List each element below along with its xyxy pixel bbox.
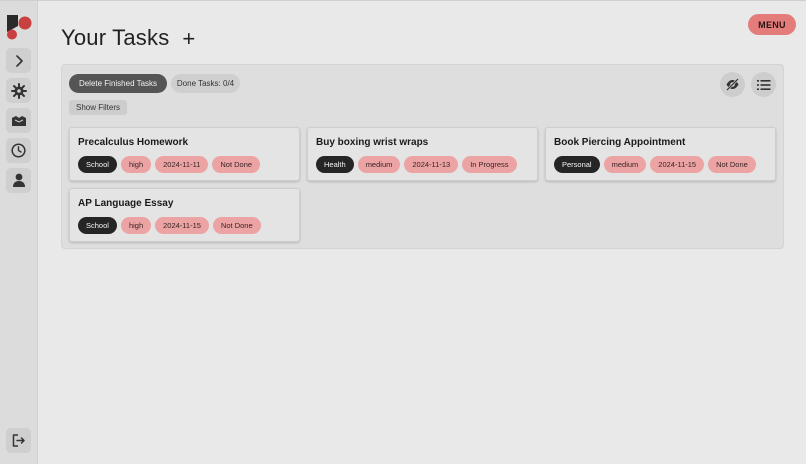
done-tasks-badge: Done Tasks: 0/4 (171, 74, 240, 93)
due-date-tag: 2024-11-15 (650, 156, 705, 173)
toggle-visibility-button[interactable] (720, 72, 745, 97)
delete-finished-button[interactable]: Delete Finished Tasks (69, 74, 167, 93)
clock-icon (11, 143, 26, 158)
eye-off-icon (726, 78, 739, 91)
logo (7, 15, 32, 40)
show-filters-button[interactable]: Show Filters (69, 100, 127, 115)
priority-tag: high (120, 156, 152, 173)
task-title: Precalculus Homework (78, 137, 189, 148)
task-tags: School high 2024-11-15 Not Done (78, 217, 265, 234)
inbox-button[interactable] (6, 108, 31, 133)
task-title: Buy boxing wrist wraps (316, 137, 429, 148)
priority-tag: medium (603, 156, 647, 173)
history-button[interactable] (6, 138, 31, 163)
task-tags: School high 2024-11-11 Not Done (78, 156, 264, 173)
logout-button[interactable] (6, 428, 31, 453)
task-tags: Health medium 2024-11-13 In Progress (316, 156, 521, 173)
task-title: AP Language Essay (78, 198, 174, 209)
category-tag: Personal (554, 156, 600, 173)
task-tags: Personal medium 2024-11-15 Not Done (554, 156, 760, 173)
status-tag: Not Done (212, 156, 261, 173)
status-tag: Not Done (708, 156, 756, 173)
list-icon (756, 79, 770, 90)
category-tag: Health (316, 156, 354, 173)
task-card[interactable]: Precalculus Homework School high 2024-11… (69, 127, 300, 181)
list-view-button[interactable] (751, 72, 776, 97)
sidebar (0, 1, 38, 464)
due-date-tag: 2024-11-13 (404, 156, 459, 173)
task-title: Book Piercing Appointment (554, 137, 686, 148)
settings-button[interactable] (6, 78, 31, 103)
category-tag: School (78, 217, 117, 234)
page-title: Your Tasks (61, 25, 170, 50)
category-tag: School (78, 156, 117, 173)
status-tag: Not Done (212, 217, 261, 234)
task-card[interactable]: Buy boxing wrist wraps Health medium 202… (307, 127, 538, 181)
user-icon (12, 173, 25, 187)
gear-icon (10, 82, 27, 99)
add-task-button[interactable]: + (182, 27, 195, 50)
due-date-tag: 2024-11-11 (155, 156, 209, 173)
expand-sidebar-button[interactable] (6, 48, 31, 73)
page-header: Your Tasks + (61, 25, 195, 51)
inbox-icon (11, 115, 26, 126)
menu-button[interactable]: MENU (748, 14, 796, 35)
logout-icon (12, 434, 25, 447)
status-tag: In Progress (462, 156, 517, 173)
priority-tag: medium (357, 156, 401, 173)
task-card[interactable]: AP Language Essay School high 2024-11-15… (69, 188, 300, 242)
profile-button[interactable] (6, 168, 31, 193)
task-card[interactable]: Book Piercing Appointment Personal mediu… (545, 127, 776, 181)
due-date-tag: 2024-11-15 (155, 217, 209, 234)
priority-tag: high (120, 217, 152, 234)
chevron-right-icon (15, 54, 23, 67)
